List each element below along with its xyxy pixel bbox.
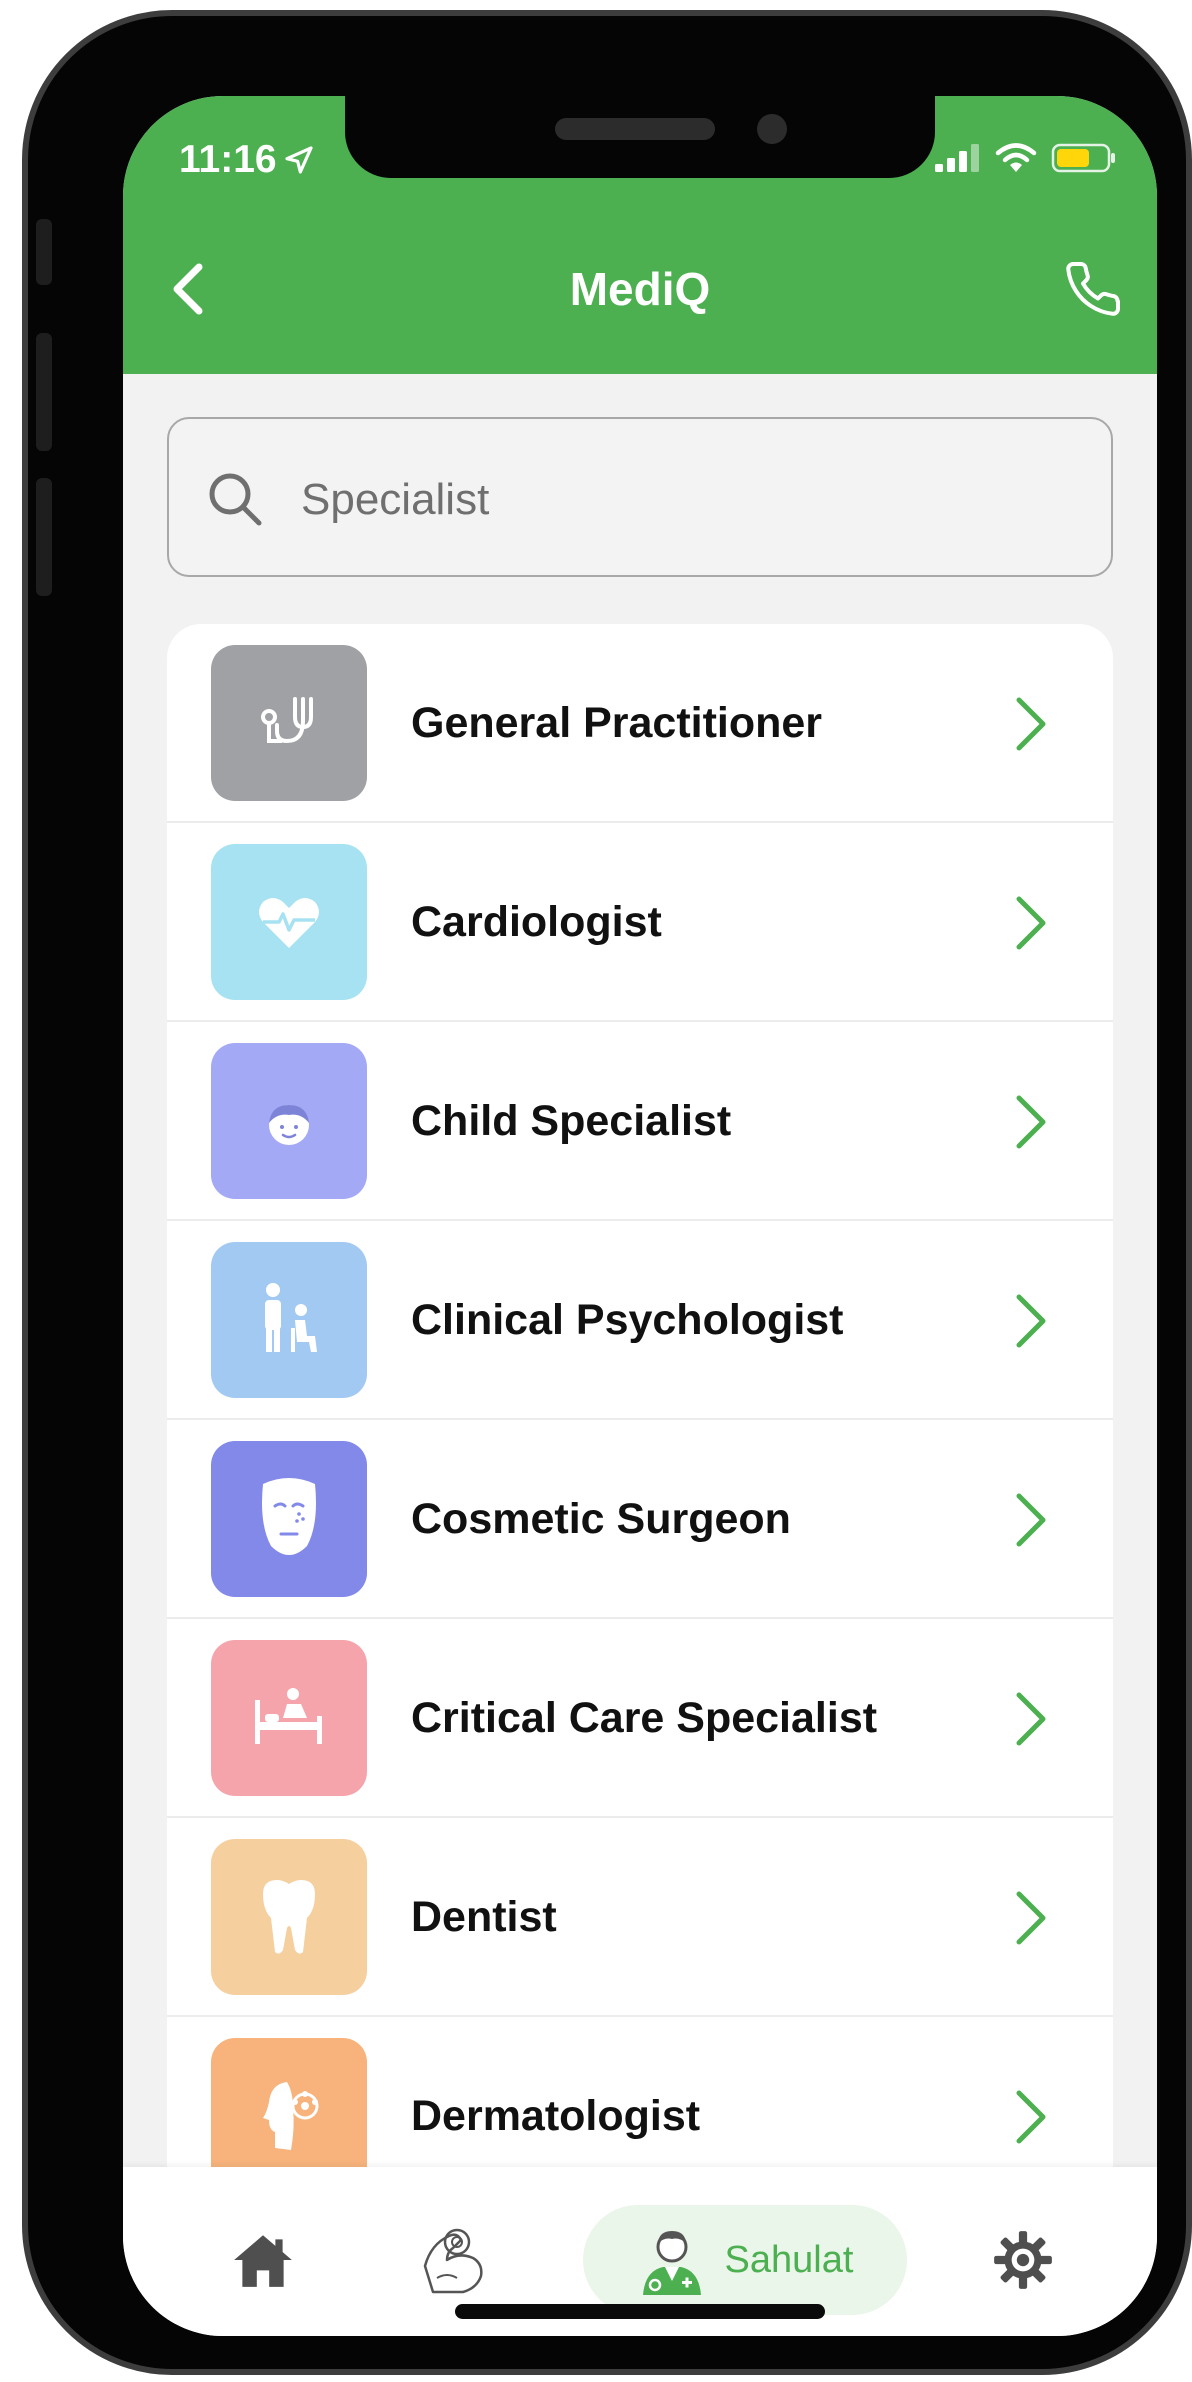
volume-up-button xyxy=(36,333,52,451)
wifi-icon xyxy=(995,143,1037,172)
chevron-right-icon xyxy=(1016,1294,1046,1348)
home-indicator xyxy=(455,2304,825,2319)
notch xyxy=(345,96,935,178)
phone-frame: 11:16 MediQ Specialist General Practitio… xyxy=(22,10,1192,2375)
camera xyxy=(757,114,787,144)
list-item[interactable]: Child Specialist xyxy=(167,1022,1113,1221)
list-item-label: Clinical Psychologist xyxy=(411,1296,844,1344)
phone-icon xyxy=(1066,261,1121,316)
status-time: 11:16 xyxy=(179,138,315,182)
speaker xyxy=(555,118,715,140)
chevron-right-icon xyxy=(1016,1493,1046,1547)
nav-sahulat[interactable]: Sahulat xyxy=(583,2205,907,2315)
gear-icon xyxy=(994,2231,1052,2289)
face-mask-icon xyxy=(211,1441,367,1597)
signal-icon xyxy=(935,144,979,172)
chevron-right-icon xyxy=(1016,2090,1046,2144)
chevron-right-icon xyxy=(1016,1095,1046,1149)
list-item-label: Cosmetic Surgeon xyxy=(411,1495,791,1543)
battery-icon xyxy=(1051,143,1115,173)
list-item-label: Critical Care Specialist xyxy=(411,1694,878,1742)
nav-settings[interactable] xyxy=(963,2205,1083,2315)
app-header: 11:16 MediQ xyxy=(123,96,1157,374)
list-item[interactable]: Critical Care Specialist xyxy=(167,1619,1113,1818)
list-item-label: Cardiologist xyxy=(411,898,662,946)
status-time-text: 11:16 xyxy=(179,138,277,181)
page-title: MediQ xyxy=(569,263,711,315)
volume-down-button xyxy=(36,478,52,596)
location-arrow-icon xyxy=(285,146,313,174)
muscle-arm-icon xyxy=(423,2228,483,2294)
hospital-bed-icon xyxy=(211,1640,367,1796)
patient-consult-icon xyxy=(211,1242,367,1398)
nav-fitness[interactable] xyxy=(393,2205,513,2315)
stethoscope-icon xyxy=(211,645,367,801)
status-icons xyxy=(933,142,1117,174)
chevron-right-icon xyxy=(1016,1891,1046,1945)
nav-home[interactable] xyxy=(203,2205,323,2315)
search-input[interactable] xyxy=(299,459,1063,541)
specialist-list: General Practitioner Cardiologist Child … xyxy=(167,624,1113,2324)
chevron-right-icon xyxy=(1016,697,1046,751)
list-item[interactable]: Cardiologist xyxy=(167,823,1113,1022)
screen: 11:16 MediQ Specialist General Practitio… xyxy=(123,96,1157,2336)
tooth-icon xyxy=(211,1839,367,1995)
list-item[interactable]: Cosmetic Surgeon xyxy=(167,1420,1113,1619)
search-icon xyxy=(209,473,262,526)
search-bar[interactable] xyxy=(167,417,1113,577)
nav-sahulat-label: Sahulat xyxy=(724,2238,854,2281)
list-item-label: Child Specialist xyxy=(411,1097,732,1145)
list-item-label: General Practitioner xyxy=(411,699,823,747)
list-item[interactable]: General Practitioner xyxy=(167,624,1113,823)
heart-pulse-icon xyxy=(211,844,367,1000)
home-icon xyxy=(234,2235,292,2287)
list-item[interactable]: Dentist xyxy=(167,1818,1113,2017)
chevron-right-icon xyxy=(1016,896,1046,950)
chevron-right-icon xyxy=(1016,1692,1046,1746)
side-button xyxy=(36,219,52,285)
child-face-icon xyxy=(211,1043,367,1199)
doctor-icon xyxy=(642,2231,701,2295)
list-item-label: Dentist xyxy=(411,1893,557,1941)
list-item[interactable]: Clinical Psychologist xyxy=(167,1221,1113,1420)
call-button[interactable] xyxy=(1063,259,1123,319)
